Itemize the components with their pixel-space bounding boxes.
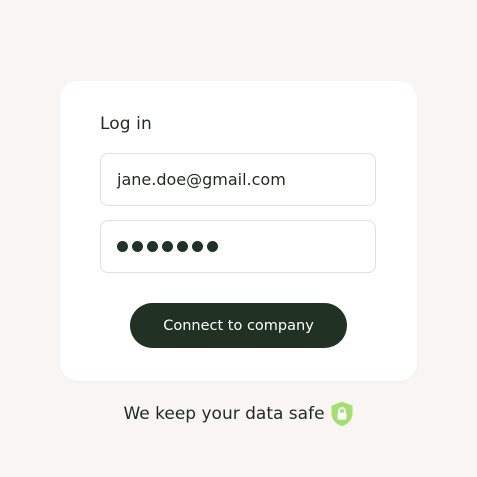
password-mask	[117, 241, 222, 252]
security-text: We keep your data safe	[123, 404, 325, 424]
login-title: Log in	[100, 114, 152, 134]
password-field[interactable]	[100, 220, 376, 273]
email-field[interactable]: jane.doe@gmail.com	[100, 153, 376, 206]
connect-button[interactable]: Connect to company	[130, 303, 347, 348]
password-dot	[162, 241, 173, 252]
login-card: Log in jane.doe@gmail.com Connect to com…	[60, 81, 417, 381]
password-dot	[177, 241, 188, 252]
password-dot	[207, 241, 218, 252]
email-value: jane.doe@gmail.com	[117, 170, 286, 189]
security-note: We keep your data safe	[0, 401, 477, 427]
lock-shield-icon	[331, 401, 353, 427]
password-dot	[192, 241, 203, 252]
password-dot	[117, 241, 128, 252]
password-dot	[132, 241, 143, 252]
password-dot	[147, 241, 158, 252]
